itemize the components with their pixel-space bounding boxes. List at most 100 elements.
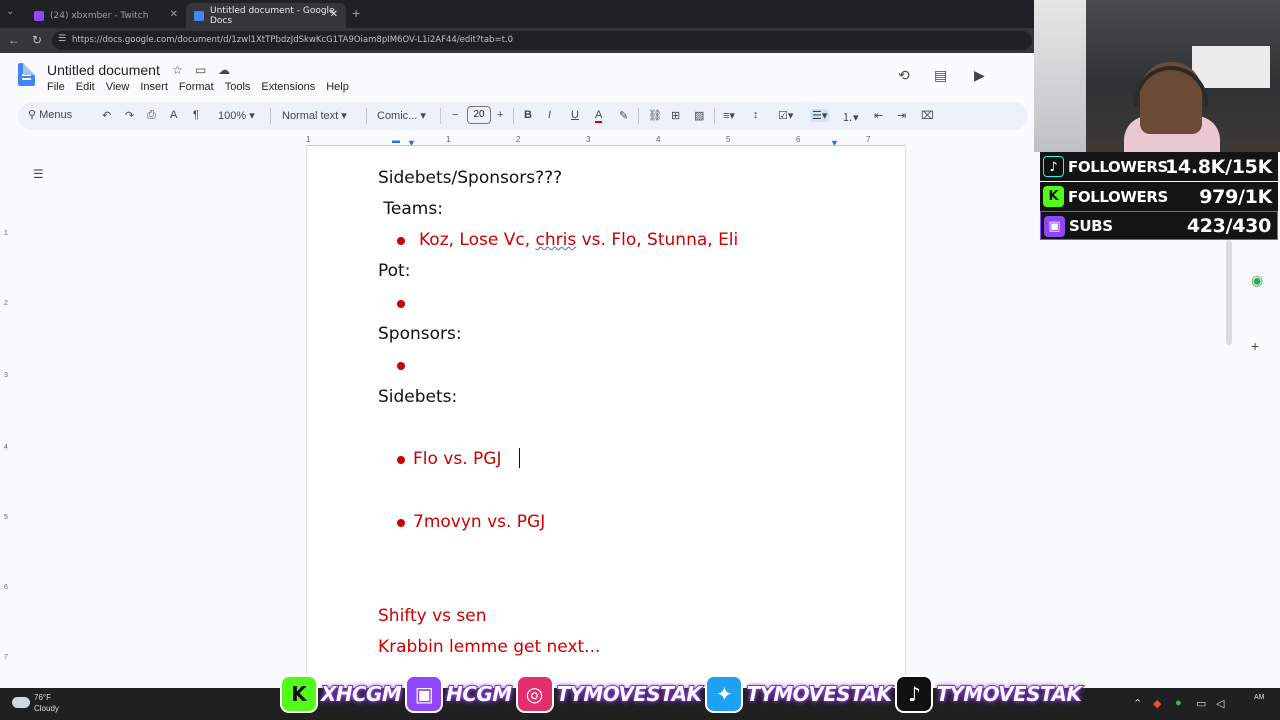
highlight-color-icon[interactable]: ✎	[619, 109, 628, 122]
move-folder-icon[interactable]: ▭	[195, 63, 206, 77]
horizontal-ruler[interactable]: 1 1 2 3 4 5 6 7 ▬ ▼ ▼	[306, 133, 906, 148]
insert-image-icon[interactable]: ▨	[694, 109, 704, 122]
sponsors-label[interactable]: Sponsors:	[378, 324, 462, 344]
spellcheck-icon[interactable]: A	[170, 109, 177, 121]
counter-value: 423/430	[1186, 214, 1271, 237]
first-line-indent-marker-icon[interactable]: ▬	[392, 136, 400, 145]
close-tab-icon[interactable]: ✕	[170, 9, 178, 20]
reload-icon[interactable]: ↻	[32, 33, 42, 47]
back-icon[interactable]: ←	[8, 33, 20, 47]
add-addon-icon[interactable]: +	[1251, 338, 1259, 354]
cloud-saved-icon[interactable]: ☁	[218, 63, 230, 77]
style-value: Normal text	[282, 110, 339, 122]
comments-icon[interactable]: ▤	[934, 67, 947, 84]
numbered-list-icon[interactable]: ⒈▾	[842, 109, 859, 125]
menu-edit[interactable]: Edit	[76, 81, 95, 93]
webcam-overlay	[1034, 0, 1280, 152]
underline-icon[interactable]: U	[571, 109, 579, 121]
volume-icon[interactable]: ◁	[1216, 697, 1224, 710]
checklist-icon[interactable]: ☑▾	[778, 109, 793, 122]
font-value: Comic...	[377, 110, 418, 122]
add-comment-icon[interactable]: ⊞	[671, 109, 680, 122]
social-handle: HCGM	[445, 681, 512, 707]
insert-link-icon[interactable]: ⛓	[648, 109, 662, 122]
site-info-icon[interactable]: ☰	[58, 34, 66, 44]
vertical-ruler: 1 2 3 4 5 6 7	[4, 230, 8, 661]
url-input[interactable]: ☰ https://docs.google.com/document/d/1zw…	[52, 31, 1032, 50]
star-icon[interactable]: ☆	[172, 63, 183, 77]
menu-file[interactable]: File	[47, 81, 65, 93]
decrease-indent-icon[interactable]: ⇤	[874, 109, 883, 122]
menu-tools[interactable]: Tools	[225, 81, 251, 93]
meet-icon[interactable]: ▶	[974, 67, 985, 84]
paint-format-icon[interactable]: ¶	[193, 109, 199, 121]
cloudy-weather-icon[interactable]	[12, 697, 30, 708]
microphone-icon[interactable]: ●	[1175, 697, 1182, 709]
left-indent-marker-icon[interactable]: ▼	[407, 138, 416, 148]
doc-heading[interactable]: Sidebets/Sponsors???	[378, 168, 562, 188]
redo-icon[interactable]: ↷	[125, 109, 134, 122]
text-color-icon[interactable]: A	[595, 109, 603, 123]
menu-extensions[interactable]: Extensions	[261, 81, 315, 93]
twitch-subs-counter: ▣ SUBS 423/430	[1040, 211, 1278, 240]
tab-google-docs[interactable]: Untitled document - Google Docs ✕	[186, 3, 346, 28]
kick-followers-counter: K FOLLOWERS 979/1K	[1040, 182, 1278, 211]
maps-icon[interactable]: ◉	[1251, 272, 1263, 289]
italic-icon[interactable]: I	[548, 109, 551, 121]
google-docs-logo-icon[interactable]	[18, 63, 35, 86]
close-tab-icon[interactable]: ✕	[330, 9, 338, 20]
right-indent-marker-icon[interactable]: ▼	[830, 138, 839, 148]
teams-label[interactable]: Teams:	[378, 199, 443, 219]
menu-view[interactable]: View	[106, 81, 130, 93]
menu-insert[interactable]: Insert	[140, 81, 168, 93]
version-history-icon[interactable]: ⟲	[898, 67, 910, 84]
tab-title: (24) xbxmber - Twitch	[50, 10, 149, 21]
font-size-input[interactable]: 20	[467, 106, 491, 124]
search-menus-button[interactable]: ⚲ Menus	[28, 108, 72, 121]
document-page[interactable]: Sidebets/Sponsors??? Teams: Koz, Lose Vc…	[306, 148, 906, 688]
kick-logo-icon: K	[280, 674, 318, 713]
doc-line[interactable]: Shifty vs sen	[378, 606, 487, 626]
network-icon[interactable]: ▭	[1196, 697, 1206, 710]
document-outline-icon[interactable]: ☰	[33, 167, 44, 181]
line-spacing-icon[interactable]: ↕	[753, 109, 759, 121]
bold-icon[interactable]: B	[524, 109, 532, 121]
bullet-icon	[397, 237, 405, 245]
tray-overflow-icon[interactable]: ⌃	[1133, 697, 1142, 710]
print-icon[interactable]: ⎙	[147, 109, 156, 122]
font-select[interactable]: Comic... ▾	[377, 109, 426, 122]
new-tab-icon[interactable]: +	[352, 5, 360, 21]
bullet-icon	[397, 300, 405, 308]
sidebet-item[interactable]: Flo vs. PGJ	[413, 449, 507, 469]
counter-label: FOLLOWERS	[1068, 157, 1168, 176]
undo-icon[interactable]: ↶	[102, 109, 111, 122]
sidebets-label[interactable]: Sidebets:	[378, 387, 457, 407]
ruler-number: 7	[866, 135, 871, 144]
menu-format[interactable]: Format	[179, 81, 214, 93]
tray-app-icon[interactable]: ◆	[1153, 697, 1161, 710]
style-select[interactable]: Normal text ▾	[282, 109, 347, 122]
twitch-favicon-icon	[34, 10, 44, 21]
weather-temperature[interactable]: 76°F	[34, 693, 51, 702]
increase-font-size-icon[interactable]: +	[497, 109, 503, 121]
clock[interactable]: AM	[1254, 694, 1265, 701]
bulleted-list-icon[interactable]: ☰▾	[810, 109, 830, 122]
pot-label[interactable]: Pot:	[378, 261, 410, 281]
decrease-font-size-icon[interactable]: −	[452, 109, 458, 121]
teams-item[interactable]: Koz, Lose Vc, chris vs. Flo, Stunna, Eli	[419, 230, 738, 250]
menu-bar: File Edit View Insert Format Tools Exten…	[47, 81, 360, 93]
document-title[interactable]: Untitled document	[47, 62, 160, 78]
clear-formatting-icon[interactable]: ⌧	[921, 109, 934, 122]
align-icon[interactable]: ≡▾	[723, 109, 735, 122]
spelling-flagged-word[interactable]: chris	[536, 230, 577, 250]
weather-condition[interactable]: Cloudy	[34, 704, 59, 713]
tab-search-icon[interactable]: ⌄	[6, 6, 14, 17]
side-panel: ◉ +	[1232, 250, 1280, 690]
tab-title: Untitled document - Google Docs	[210, 5, 335, 26]
tab-twitch[interactable]: (24) xbxmber - Twitch ✕	[26, 3, 186, 28]
doc-line[interactable]: Krabbin lemme get next...	[378, 637, 600, 657]
increase-indent-icon[interactable]: ⇥	[897, 109, 906, 122]
menu-help[interactable]: Help	[326, 81, 349, 93]
sidebet-item[interactable]: 7movyn vs. PGJ	[413, 512, 545, 532]
zoom-select[interactable]: 100% ▾	[218, 109, 255, 122]
